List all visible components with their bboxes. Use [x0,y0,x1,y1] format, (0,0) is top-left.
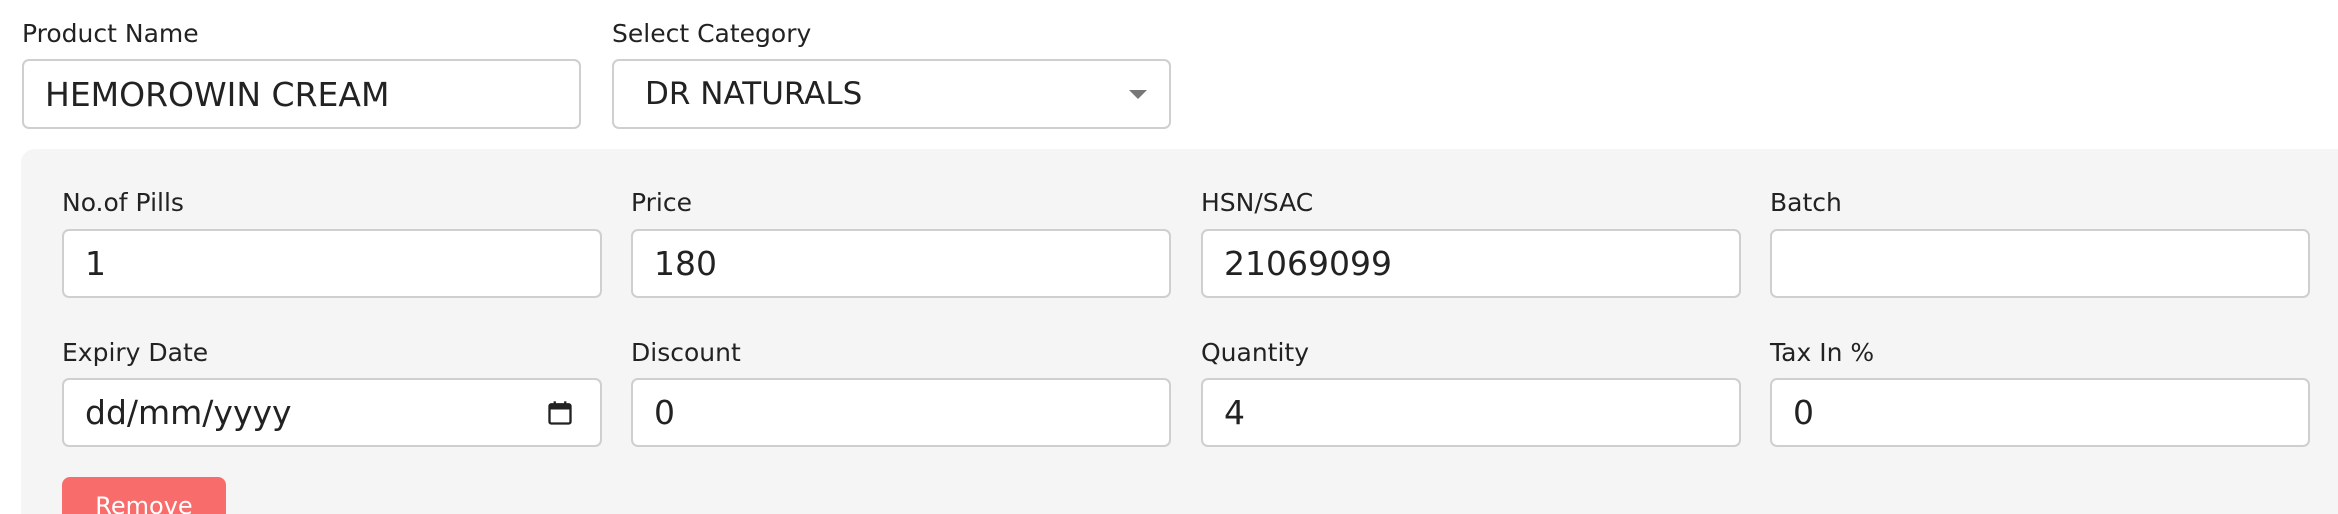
expiry-date-input[interactable]: dd/mm/yyyy [62,378,602,447]
select-category-label: Select Category [612,19,812,48]
price-value: 180 [654,244,717,283]
hsn-label: HSN/SAC [1201,188,1314,217]
product-name-input[interactable]: HEMOROWIN CREAM [22,59,581,129]
pills-value: 1 [85,244,106,283]
quantity-input[interactable]: 4 [1201,378,1741,447]
quantity-value: 4 [1224,393,1245,432]
hsn-input[interactable]: 21069099 [1201,229,1741,298]
remove-button[interactable]: Remove [62,477,226,514]
pills-input[interactable]: 1 [62,229,602,298]
quantity-label: Quantity [1201,338,1310,367]
price-input[interactable]: 180 [631,229,1171,298]
product-form: Product Name HEMOROWIN CREAM Select Cate… [0,0,2338,514]
expiry-label: Expiry Date [62,338,209,367]
hsn-value: 21069099 [1224,244,1392,283]
discount-value: 0 [654,393,675,432]
product-name-value: HEMOROWIN CREAM [45,74,390,114]
batch-label: Batch [1770,188,1842,217]
discount-input[interactable]: 0 [631,378,1171,447]
remove-button-label: Remove [95,492,193,514]
tax-input[interactable]: 0 [1770,378,2310,447]
category-selected-value: DR NATURALS [645,76,863,112]
chevron-down-icon [1129,90,1147,99]
batch-input[interactable] [1770,229,2310,298]
price-label: Price [631,188,692,217]
expiry-placeholder: dd/mm/yyyy [85,393,292,432]
pills-label: No.of Pills [62,188,184,217]
category-select[interactable]: DR NATURALS [612,59,1171,129]
product-name-label: Product Name [22,19,199,48]
discount-label: Discount [631,338,741,367]
calendar-icon[interactable] [546,399,574,427]
item-details-panel [21,149,2338,514]
tax-value: 0 [1793,393,1814,432]
tax-label: Tax In % [1770,338,1875,367]
